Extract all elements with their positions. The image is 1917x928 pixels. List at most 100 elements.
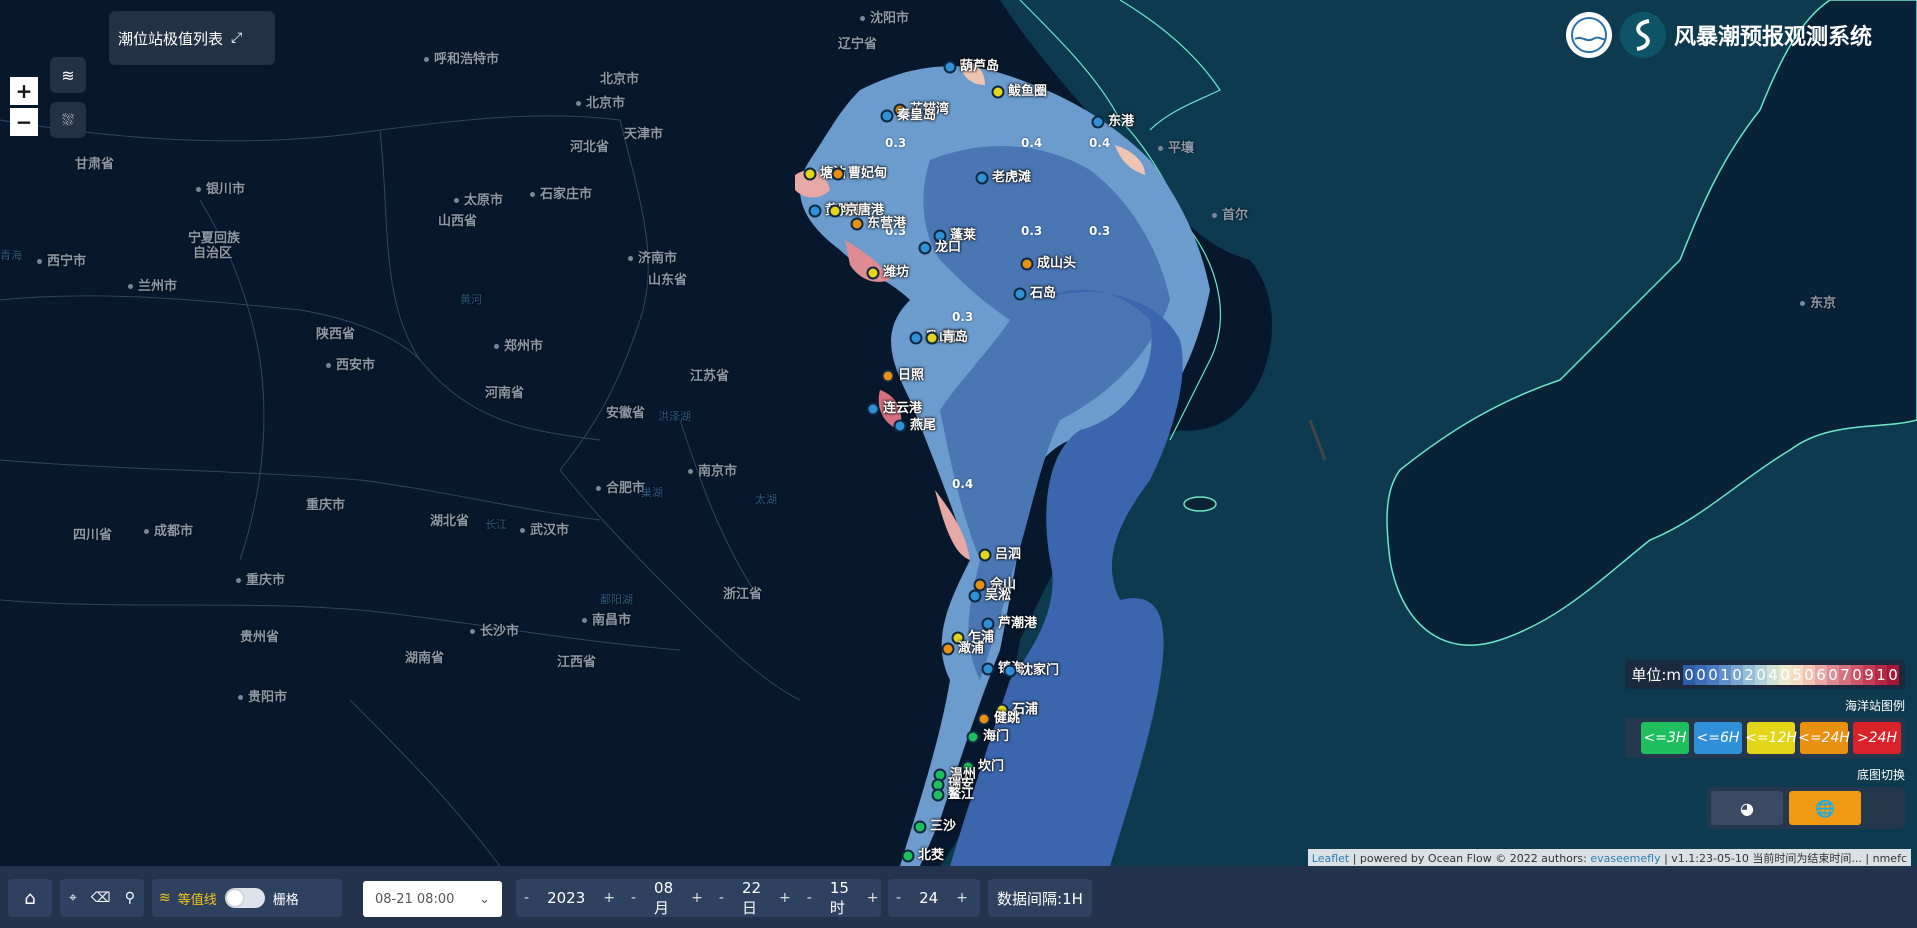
locate-icon[interactable]: ⌖ <box>62 890 84 906</box>
isoline-value-label: 0.3 <box>1089 224 1111 238</box>
extreme-list-label: 潮位站极值列表 <box>118 29 224 48</box>
city-label: 武汉市 <box>520 519 569 538</box>
station-marker[interactable] <box>918 241 932 255</box>
station-marker[interactable] <box>975 171 989 185</box>
home-icon: ⌂ <box>24 887 36 909</box>
station-marker[interactable] <box>968 589 982 603</box>
station-marker[interactable] <box>880 109 894 123</box>
station-label: 曹妃甸 <box>848 166 888 181</box>
isoline-grid-toggle[interactable] <box>224 888 265 908</box>
station-chip[interactable]: <=6H <box>1694 722 1742 754</box>
station-label: 吕泗 <box>995 547 1022 562</box>
hour-minus-button[interactable]: - <box>799 890 820 906</box>
author-link[interactable]: evaseemefly <box>1590 852 1660 865</box>
surge-layer-button[interactable]: ⛆ <box>50 102 86 138</box>
interval-display: 数据间隔:1H <box>988 879 1092 917</box>
unit-label: 单位:m <box>1631 666 1681 684</box>
station-marker[interactable] <box>991 85 1005 99</box>
station-marker[interactable] <box>1003 664 1017 678</box>
station-marker[interactable] <box>803 167 817 181</box>
station-chip[interactable]: <=24H <box>1798 722 1850 754</box>
station-label: 燕尾 <box>910 418 937 433</box>
month-minus-button[interactable]: - <box>623 890 644 906</box>
chevron-down-icon: ⌄ <box>479 891 490 907</box>
station-marker[interactable] <box>901 849 915 863</box>
soa-logo-icon <box>1565 12 1612 58</box>
station-marker[interactable] <box>981 662 995 676</box>
colorbar-tick: 7 <box>1839 664 1851 685</box>
station-label: 东港 <box>1108 114 1135 129</box>
station-label: 龙口 <box>935 240 962 255</box>
wave-layer-button[interactable]: ≋ <box>50 57 86 93</box>
station-marker[interactable] <box>866 402 880 416</box>
station-marker[interactable] <box>831 167 845 181</box>
year-plus-button[interactable]: + <box>595 890 623 906</box>
day-minus-button[interactable]: - <box>711 890 732 906</box>
city-label: 兰州市 <box>128 275 177 294</box>
eraser-icon[interactable]: ⌫ <box>84 890 118 906</box>
city-label: 东京 <box>1800 292 1836 311</box>
station-marker[interactable] <box>977 712 991 726</box>
basemap-switch-title: 底图切换 <box>1856 768 1905 782</box>
month-plus-button[interactable]: + <box>683 890 711 906</box>
leaflet-link[interactable]: Leaflet <box>1312 852 1349 865</box>
station-label: 吴淞 <box>985 588 1012 603</box>
station-marker[interactable] <box>925 331 939 345</box>
province-label: 安徽省 <box>606 406 646 421</box>
hour-plus-button[interactable]: + <box>859 890 887 906</box>
basemap-dark-button[interactable]: ◕ <box>1711 791 1783 825</box>
station-marker[interactable] <box>866 266 880 280</box>
isoline-value-label: 0.4 <box>952 477 974 491</box>
station-label: 青岛 <box>942 330 969 345</box>
station-chip[interactable]: <=12H <box>1745 722 1797 754</box>
province-label: 四川省 <box>73 528 113 543</box>
station-marker[interactable] <box>808 204 822 218</box>
province-label: 河南省 <box>485 386 525 401</box>
station-marker[interactable] <box>893 419 907 433</box>
station-label: 健跳 <box>994 711 1021 726</box>
station-marker[interactable] <box>913 820 927 834</box>
home-button[interactable]: ⌂ <box>8 879 52 917</box>
station-chip[interactable]: <=3H <box>1641 722 1689 754</box>
station-marker[interactable] <box>828 204 842 218</box>
basemap-globe-button[interactable]: 🌐 <box>1789 791 1861 825</box>
province-label: 浙江省 <box>723 587 763 602</box>
station-marker[interactable] <box>941 642 955 656</box>
zoom-search-icon[interactable]: ⚲ <box>118 890 142 906</box>
extreme-list-button[interactable]: 潮位站极值列表 ⤢ <box>109 11 275 65</box>
zoom-in-button[interactable]: + <box>10 77 38 105</box>
zoom-out-button[interactable]: − <box>10 108 38 136</box>
station-label: 沈家门 <box>1020 663 1060 678</box>
year-value: 2023 <box>547 889 586 907</box>
station-marker[interactable] <box>966 730 980 744</box>
year-minus-button[interactable]: - <box>516 890 537 906</box>
span-plus-button[interactable]: + <box>948 890 976 906</box>
station-marker[interactable] <box>1091 115 1105 129</box>
city-label: 北京市 <box>576 92 625 111</box>
station-marker[interactable] <box>881 369 895 383</box>
span-value: 24 <box>919 889 939 907</box>
station-marker[interactable] <box>943 60 957 74</box>
system-header: 风暴潮预报观测系统 <box>1565 12 1872 58</box>
day-plus-button[interactable]: + <box>771 890 799 906</box>
span-minus-button[interactable]: - <box>888 890 909 906</box>
station-marker[interactable] <box>850 217 864 231</box>
system-title: 风暴潮预报观测系统 <box>1673 25 1872 50</box>
province-label: 河北省 <box>570 140 610 155</box>
city-label: 南京市 <box>688 460 737 479</box>
isoline-value-label: 0.3 <box>1021 224 1043 238</box>
station-marker[interactable] <box>1020 257 1034 271</box>
station-marker[interactable] <box>978 548 992 562</box>
city-label: 西宁市 <box>37 250 86 269</box>
station-marker[interactable] <box>909 331 923 345</box>
station-label: 葫芦岛 <box>960 59 1000 74</box>
isoline-value-label: 0.3 <box>885 136 907 150</box>
datetime-select[interactable]: 08-21 08:00 ⌄ <box>363 881 502 917</box>
colorbar-tick: 0 <box>1683 664 1695 685</box>
station-marker[interactable] <box>1013 287 1027 301</box>
station-marker[interactable] <box>931 788 945 802</box>
hour-value: 15时 <box>829 878 849 917</box>
colorbar-tick: 5 <box>1791 664 1803 685</box>
station-chip[interactable]: >24H <box>1853 722 1901 754</box>
city-label: 呼和浩特市 <box>424 48 499 67</box>
